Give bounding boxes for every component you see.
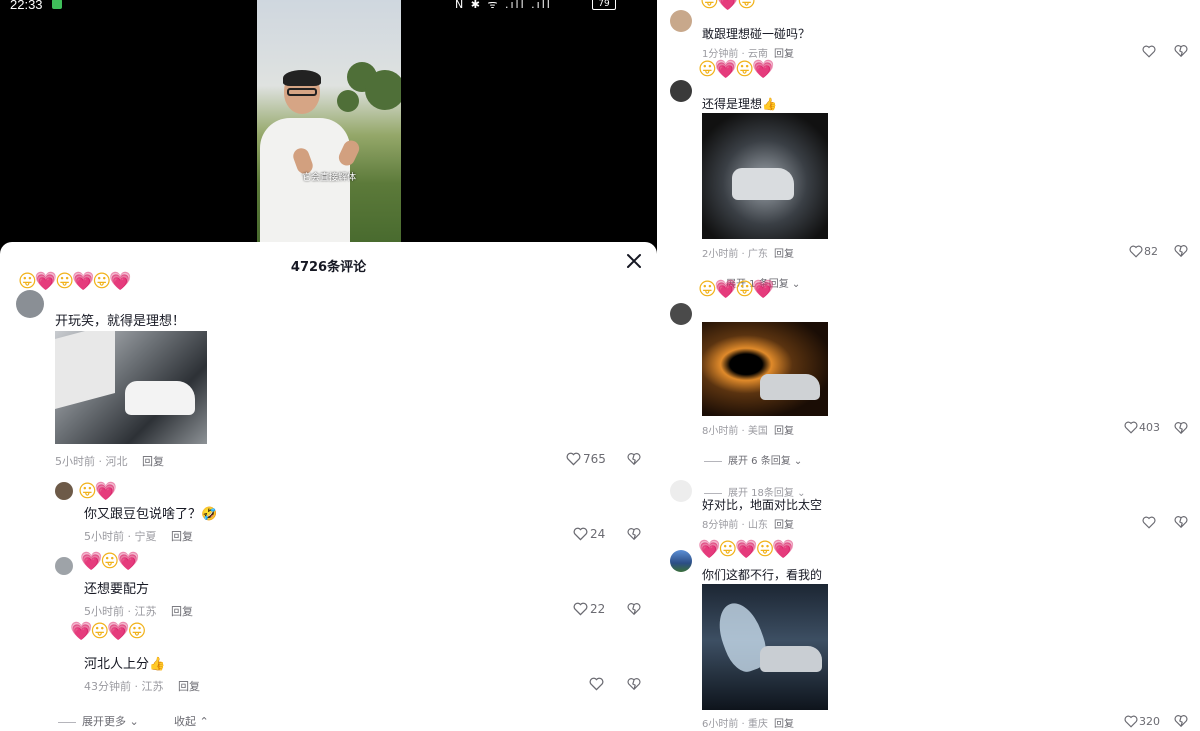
tree-image [365,70,401,110]
tree-image [337,90,359,112]
like-icon[interactable] [1129,245,1143,258]
reply-button[interactable]: 回复 [774,245,794,260]
like-icon[interactable] [1142,516,1156,529]
battery-icon: 79 [592,0,616,10]
left-screenshot: 22:33 N ✱ ᯤ .ıll .ıll 79 它会直接解体 4726条评论 … [0,0,657,731]
reply-button[interactable]: 回复 [774,516,794,531]
avatar[interactable] [670,550,692,572]
dislike-icon[interactable] [1174,244,1188,258]
avatar[interactable] [670,80,692,102]
video-player[interactable]: 它会直接解体 [257,0,401,245]
comment-text: 敢跟理想碰一碰吗？ [702,27,811,41]
comment-image[interactable] [702,113,828,239]
expand-more-button[interactable]: 展开更多 ⌄ [58,713,139,729]
comment-image[interactable] [55,331,207,444]
dislike-icon[interactable] [627,527,641,541]
dislike-icon[interactable] [1174,714,1188,728]
comment-meta: 8小时前 · 美国 [702,426,768,437]
reply-button[interactable]: 回复 [774,422,794,437]
wall-debris [55,331,115,410]
dislike-icon[interactable] [627,602,641,616]
comment-text: 你又跟豆包说啥了？🤣 [84,507,218,522]
like-count: 82 [1144,245,1158,258]
comment-meta: 8分钟前 · 山东 [702,520,768,531]
emoji-nickname: 😛💗😛💗 [698,59,774,80]
like-icon[interactable] [573,527,588,541]
expand-more-label: 展开更多 [82,715,126,728]
like-count: 320 [1139,715,1160,728]
right-screenshot: 😛💗😛 敢跟理想碰一碰吗？ 1分钟前 · 云南 回复 😛💗😛💗 还得是理想👍 2… [662,0,1200,731]
like-count: 403 [1139,421,1160,434]
car-shape [760,374,820,400]
car-shape [125,381,195,415]
comment-text: 河北人上分👍 [84,657,166,672]
like-count: 22 [590,602,606,616]
emoji-nickname: 💗😛💗 [80,551,140,572]
status-icons: N ✱ ᯤ .ıll .ıll [455,0,552,11]
comment-meta: 6小时前 · 重庆 [702,719,768,730]
avatar[interactable] [55,557,73,575]
collapse-label: 收起 [174,715,196,728]
emoji-nickname: 😛💗 [78,481,117,502]
comment-text: 好对比，地面对比太空 [702,498,823,512]
avatar[interactable] [670,10,692,32]
car-shape [732,168,794,200]
reply-button[interactable]: 回复 [171,528,193,544]
like-count: 24 [590,527,606,541]
reply-button[interactable]: 回复 [142,453,164,469]
emoji-nickname: 😛💗😛💗 [698,279,774,300]
avatar[interactable] [16,290,44,318]
comment-image[interactable] [702,322,828,416]
reply-button[interactable]: 回复 [171,603,193,619]
dislike-icon[interactable] [627,677,641,691]
comment-meta: 5小时前 · 江苏 [84,605,157,618]
person-hair [283,70,321,86]
comment-meta: 5小时前 · 河北 [55,455,128,468]
comment-panel: 4726条评论 😛💗😛💗😛💗 开玩笑，就得是理想！ 5小时前 · 河北 回复 7… [0,242,657,731]
comment-text: 还想要配方 [84,582,150,597]
emoji-nickname: 💗😛💗😛💗 [698,539,795,560]
dislike-icon[interactable] [1174,421,1188,435]
avatar[interactable] [670,480,692,502]
comment-meta: 2小时前 · 广东 [702,249,768,260]
like-icon[interactable] [589,677,604,691]
emoji-nickname: 😛💗😛 [700,0,756,12]
reply-button[interactable]: 回复 [774,45,794,60]
dislike-icon[interactable] [627,452,641,466]
expand-replies-label: 展开 6 条回复 [728,456,791,467]
like-count: 765 [583,452,606,466]
close-icon[interactable] [625,252,643,270]
collapse-button[interactable]: 收起 ⌃ [174,713,209,729]
comment-text: 还得是理想👍 [702,97,777,111]
comment-meta: 43分钟前 · 江苏 [84,680,164,693]
emoji-nickname: 😛💗😛💗😛💗 [18,271,132,292]
avatar[interactable] [55,482,73,500]
notification-badge-icon [52,0,62,9]
car-shape [760,646,822,672]
comment-meta: 1分钟前 · 云南 [702,49,768,60]
comment-text: 开玩笑，就得是理想！ [55,314,186,329]
comment-text: 你们这都不行，看我的 [702,568,823,582]
comment-meta: 5小时前 · 宁夏 [84,530,157,543]
glasses [287,88,317,96]
like-icon[interactable] [1124,421,1138,434]
avatar[interactable] [670,303,692,325]
emoji-nickname: 💗😛💗😛 [70,621,146,642]
dislike-icon[interactable] [1174,515,1188,529]
expand-replies-button[interactable]: 展开 6 条回复 ⌄ [704,452,802,467]
like-icon[interactable] [1124,715,1138,728]
like-icon[interactable] [573,602,588,616]
reply-button[interactable]: 回复 [178,678,200,694]
reply-button[interactable]: 回复 [774,715,794,730]
like-icon[interactable] [566,452,581,466]
dislike-icon[interactable] [1174,44,1188,58]
like-icon[interactable] [1142,45,1156,58]
status-time: 22:33 [10,0,43,12]
video-caption: 它会直接解体 [301,173,356,183]
comment-image[interactable] [702,584,828,710]
